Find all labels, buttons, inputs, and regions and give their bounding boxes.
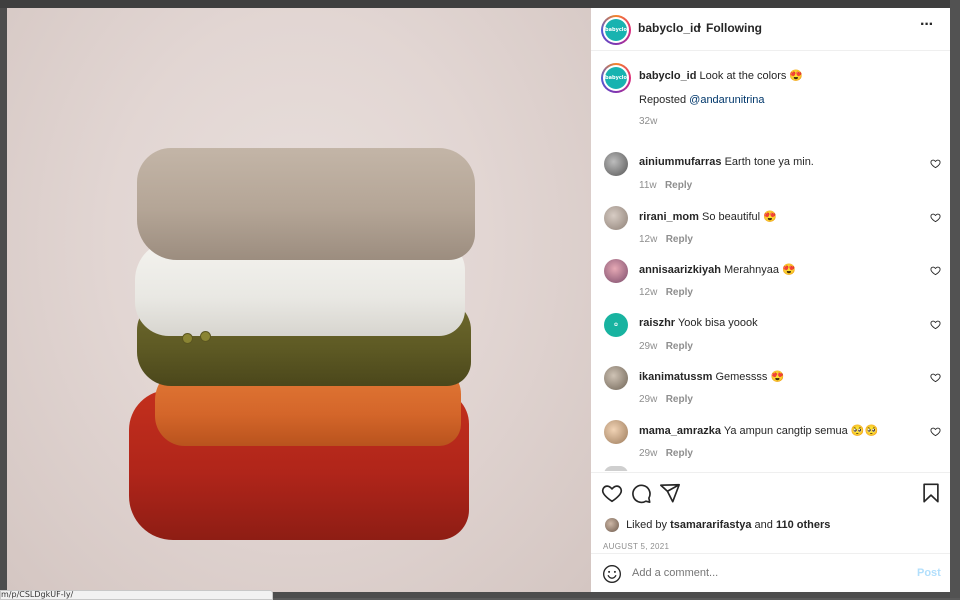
comment-item: rirani_mom So beautiful 😍 12w Reply: [591, 206, 950, 260]
add-comment-bar: Post: [591, 553, 950, 593]
post-comment-button[interactable]: Post: [917, 567, 941, 579]
comment-age[interactable]: 29w: [639, 394, 657, 405]
more-icon[interactable]: ···: [920, 16, 934, 34]
comment-text: Merahnyaa 😍: [724, 264, 796, 276]
commenter-username[interactable]: mama_amrazka: [639, 425, 721, 437]
status-bar-url: m/p/CSLDgkUF-ly/: [0, 590, 273, 600]
post-date[interactable]: AUGUST 5, 2021: [603, 542, 669, 551]
comment-text: Gemessss 😍: [715, 371, 785, 383]
caption-avatar[interactable]: babyclo: [601, 63, 631, 93]
babyclo-logo-icon: babyclo: [605, 67, 627, 89]
comment-item: ✿ raiszhr Yook bisa yoook 29w Reply: [591, 313, 950, 367]
caption-username[interactable]: babyclo_id: [639, 70, 696, 82]
comment-age[interactable]: 12w: [639, 234, 657, 245]
commenter-avatar[interactable]: [604, 206, 628, 230]
comment-like-heart-icon[interactable]: [930, 372, 941, 383]
comment-text: Ya ampun cangtip semua 🥺🥺: [723, 425, 879, 437]
caption-text: Look at the colors 😍: [699, 70, 804, 82]
comment-item: annisaarizkiyah Merahnyaa 😍 12w Reply: [591, 259, 950, 313]
author-username[interactable]: babyclo_id: [638, 21, 701, 35]
snap-button: [201, 332, 210, 341]
liker-username[interactable]: tsamararifastya: [670, 519, 751, 531]
likes-summary: Liked by tsamararifastya and 110 others: [605, 518, 830, 532]
commenter-avatar[interactable]: [604, 420, 628, 444]
comment-age[interactable]: 12w: [639, 287, 657, 298]
following-button[interactable]: Following: [706, 21, 762, 35]
post-header: babyclo babyclo_id • Following ···: [591, 8, 950, 51]
comment-age[interactable]: 11w: [639, 180, 657, 191]
likes-others-link[interactable]: 110 others: [776, 519, 830, 531]
heart-icon[interactable]: [601, 482, 623, 504]
comment-item: mama_amrazka Ya ampun cangtip semua 🥺🥺 2…: [591, 420, 950, 471]
comment-text: Yook bisa yoook: [677, 317, 758, 329]
comment-item: ainiummufarras Earth tone ya min. 11w Re…: [591, 152, 950, 206]
commenter-username[interactable]: raiszhr: [639, 317, 675, 329]
babyclo-logo-icon: babyclo: [605, 19, 627, 41]
commenter-avatar[interactable]: [604, 152, 628, 176]
comment-like-heart-icon[interactable]: [930, 212, 941, 223]
reply-button[interactable]: Reply: [666, 448, 693, 459]
reply-button[interactable]: Reply: [666, 287, 693, 298]
post-details-panel: babyclo babyclo_id • Following ··· babyc…: [591, 8, 950, 592]
reply-button[interactable]: Reply: [666, 394, 693, 405]
dot-separator: •: [697, 20, 702, 34]
commenter-avatar[interactable]: [604, 366, 628, 390]
comment-age[interactable]: 29w: [639, 448, 657, 459]
next-comment-peek: [604, 466, 628, 471]
commenter-username[interactable]: ainiummufarras: [639, 156, 722, 168]
overlay-top-strip: [0, 0, 960, 8]
post-photo[interactable]: [7, 8, 591, 592]
liked-by-prefix: Liked by: [626, 518, 668, 531]
emoji-icon[interactable]: [602, 564, 622, 584]
share-icon[interactable]: [659, 482, 681, 504]
liked-and: and: [754, 518, 773, 531]
commenter-avatar[interactable]: [604, 259, 628, 283]
comment-like-heart-icon[interactable]: [930, 265, 941, 276]
comment-text: Earth tone ya min.: [724, 156, 814, 168]
reply-button[interactable]: Reply: [666, 341, 693, 352]
comment-like-heart-icon[interactable]: [930, 319, 941, 330]
bookmark-icon[interactable]: [920, 482, 942, 504]
caption-age[interactable]: 32w: [639, 116, 657, 127]
author-avatar[interactable]: babyclo: [601, 15, 631, 45]
comment-input[interactable]: [632, 565, 902, 581]
comment-age[interactable]: 29w: [639, 341, 657, 352]
commenter-username[interactable]: rirani_mom: [639, 211, 699, 223]
comment-item: ikanimatussm Gemessss 😍 29w Reply: [591, 366, 950, 420]
commenter-avatar[interactable]: ✿: [604, 313, 628, 337]
reply-button[interactable]: Reply: [666, 234, 693, 245]
comment-text: So beautiful 😍: [701, 211, 777, 223]
comment-icon[interactable]: [630, 482, 652, 504]
snap-button: [183, 334, 192, 343]
commenter-username[interactable]: annisaarizkiyah: [639, 264, 721, 276]
repost-handle-link[interactable]: @andarunitrina: [689, 94, 764, 106]
reply-button[interactable]: Reply: [665, 180, 692, 191]
commenter-username[interactable]: ikanimatussm: [639, 371, 712, 383]
comments-scroll[interactable]: babyclo babyclo_id Look at the colors 😍 …: [591, 51, 950, 471]
comment-like-heart-icon[interactable]: [930, 158, 941, 169]
repost-prefix: Reposted: [639, 94, 687, 106]
taupe-diaper: [137, 148, 475, 260]
caption: babyclo babyclo_id Look at the colors 😍 …: [591, 63, 950, 133]
overlay-right-strip: [950, 0, 960, 598]
comment-like-heart-icon[interactable]: [930, 426, 941, 437]
liker-avatar[interactable]: [605, 518, 619, 532]
